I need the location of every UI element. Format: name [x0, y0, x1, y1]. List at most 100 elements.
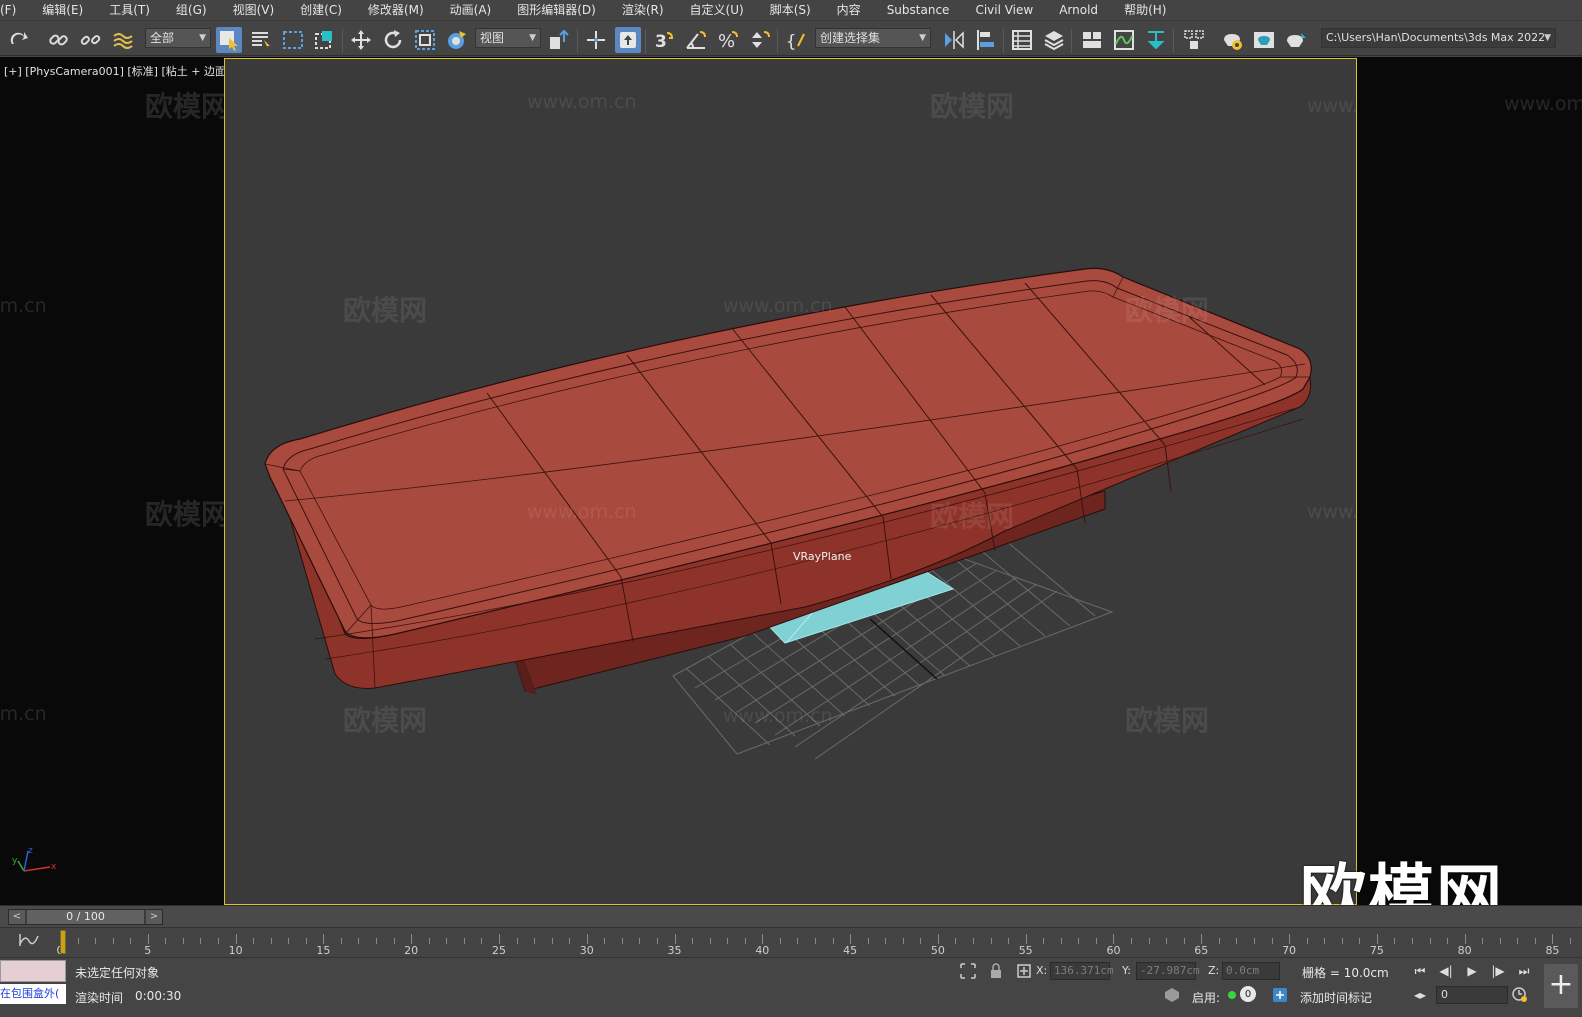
viewport-area[interactable]: [+] [PhysCamera001] [标准] [粘土 + 边面] om.cn…: [0, 57, 1582, 905]
timeline-tick: [1253, 938, 1255, 944]
toggle-ribbon-icon[interactable]: [1079, 27, 1105, 53]
y-coord-field[interactable]: -27.987cm: [1136, 962, 1200, 980]
menu-item[interactable]: (F): [0, 0, 30, 20]
enable-indicator-icon[interactable]: [1222, 986, 1242, 1004]
menu-item[interactable]: 内容: [825, 0, 875, 20]
select-and-manipulate-icon[interactable]: [583, 27, 609, 53]
keyboard-shortcut-override-icon[interactable]: [615, 27, 641, 53]
scale-icon[interactable]: [412, 27, 438, 53]
timeline-ruler[interactable]: 0510152025303540455055606570758085: [57, 928, 1571, 958]
menu-item[interactable]: 帮助(H): [1112, 0, 1180, 20]
spinner-snap-icon[interactable]: [747, 27, 773, 53]
time-slider-value[interactable]: 0 / 100: [27, 910, 144, 924]
menu-item[interactable]: Civil View: [963, 0, 1047, 20]
maxscript-output[interactable]: 在包围盒外(: [0, 984, 66, 1004]
snaps-toggle-icon[interactable]: 3: [651, 27, 677, 53]
status-bar: 在包围盒外( 未选定任何对象 渲染时间 0:00:30 X: 136.371cm…: [0, 957, 1582, 1017]
previous-frame-icon[interactable]: ◀|: [1436, 962, 1456, 980]
redo-icon[interactable]: [6, 27, 32, 53]
x-coord-field[interactable]: 136.371cm: [1050, 962, 1114, 980]
go-to-start-icon[interactable]: ⏮: [1410, 962, 1430, 980]
named-selection-value: 创建选择集: [820, 31, 881, 45]
menu-item[interactable]: 编辑(E): [30, 0, 97, 20]
time-playhead[interactable]: [60, 930, 66, 954]
timeline-tick: [973, 938, 975, 944]
time-configuration-icon[interactable]: [1510, 986, 1530, 1004]
unlink-selection-icon[interactable]: [78, 27, 104, 53]
menu-item[interactable]: 组(G): [164, 0, 221, 20]
time-tag-icon[interactable]: [1270, 986, 1290, 1004]
menu-item[interactable]: 视图(V): [221, 0, 289, 20]
timeline-tick: [393, 938, 395, 944]
timeline-tick: [621, 938, 623, 944]
z-coord-field[interactable]: 0.0cm: [1222, 962, 1280, 980]
adaptive-degradation-icon[interactable]: [1162, 986, 1182, 1004]
menu-item[interactable]: 渲染(R): [610, 0, 678, 20]
menu-item[interactable]: 脚本(S): [758, 0, 825, 20]
select-and-link-icon[interactable]: [46, 27, 72, 53]
window-crossing-icon[interactable]: [312, 27, 338, 53]
current-frame-field[interactable]: 0: [1436, 986, 1508, 1004]
timeline-tick: [815, 938, 816, 944]
timeline-tick: [1289, 934, 1291, 944]
timeline-tick: [674, 934, 676, 944]
mirror-icon[interactable]: [941, 27, 967, 53]
select-by-name-icon[interactable]: [248, 27, 274, 53]
percent-snap-icon[interactable]: %: [715, 27, 741, 53]
selection-lock-icon[interactable]: [986, 962, 1006, 980]
render-setup-icon[interactable]: [1219, 27, 1245, 53]
selection-filter-dropdown[interactable]: 全部 ▼: [145, 28, 211, 48]
menu-item[interactable]: 动画(A): [438, 0, 506, 20]
track-bar[interactable]: 0510152025303540455055606570758085: [0, 927, 1582, 957]
isolate-selection-icon[interactable]: [958, 962, 978, 980]
timeline-tick: [534, 938, 536, 944]
absolute-mode-icon[interactable]: [1014, 962, 1034, 980]
align-icon[interactable]: [973, 27, 999, 53]
rendered-frame-window-icon[interactable]: [1251, 27, 1277, 53]
menu-item[interactable]: 工具(T): [97, 0, 164, 20]
next-frame-icon[interactable]: |▶: [1488, 962, 1508, 980]
scene-explorer-icon[interactable]: [1009, 27, 1035, 53]
move-icon[interactable]: [348, 27, 374, 53]
material-editor-icon[interactable]: [1181, 27, 1207, 53]
layer-explorer-icon[interactable]: [1041, 27, 1067, 53]
maxscript-listener[interactable]: [0, 960, 66, 982]
frame-spinner-icon[interactable]: ◂▸: [1410, 986, 1430, 1004]
menu-item[interactable]: 创建(C): [288, 0, 356, 20]
go-to-end-icon[interactable]: ⏭: [1514, 962, 1534, 980]
timeline-tick: [832, 938, 834, 944]
curve-editor-icon[interactable]: [1111, 27, 1137, 53]
bind-to-space-warp-icon[interactable]: [110, 27, 136, 53]
timeline-tick-label: 60: [1106, 944, 1121, 957]
project-path-value: C:\Users\Han\Documents\3ds Max 2022: [1326, 31, 1546, 44]
next-frame-button[interactable]: >: [146, 910, 162, 924]
timeline-tick: [253, 938, 255, 944]
add-time-tag[interactable]: 添加时间标记: [1300, 989, 1372, 1006]
angle-snap-icon[interactable]: [683, 27, 709, 53]
schematic-view-icon[interactable]: [1143, 27, 1169, 53]
rectangular-selection-icon[interactable]: [280, 27, 306, 53]
render-production-icon[interactable]: [1283, 27, 1309, 53]
x-coord-label: X:: [1036, 964, 1048, 977]
select-object-icon[interactable]: [216, 27, 242, 53]
menu-item[interactable]: 自定义(U): [678, 0, 758, 20]
menu-item[interactable]: Arnold: [1047, 0, 1112, 20]
reference-coordinate-dropdown[interactable]: 视图 ▼: [475, 28, 541, 48]
edit-named-selection-icon[interactable]: {: [783, 27, 809, 53]
play-icon[interactable]: ▶: [1462, 962, 1482, 980]
rotate-icon[interactable]: [380, 27, 406, 53]
menu-item[interactable]: 图形编辑器(D): [505, 0, 610, 20]
time-slider[interactable]: < 0 / 100 >: [8, 909, 163, 925]
menu-item[interactable]: Substance: [875, 0, 964, 20]
mini-curve-editor-icon[interactable]: [18, 932, 40, 948]
camera-safe-frame[interactable]: VRayPlane www.om.cn 欧模网 欧模网 www.om.cn 欧模…: [224, 58, 1357, 905]
project-path-dropdown[interactable]: C:\Users\Han\Documents\3ds Max 2022 ▼: [1321, 28, 1556, 48]
menu-item[interactable]: 修改器(M): [356, 0, 438, 20]
pivot-center-icon[interactable]: [546, 27, 572, 53]
add-viewport-layout-button[interactable]: +: [1544, 964, 1578, 1008]
named-selection-dropdown[interactable]: 创建选择集 ▼: [815, 28, 931, 48]
placement-icon[interactable]: [444, 27, 470, 53]
prev-frame-button[interactable]: <: [9, 910, 25, 924]
timeline-tick: [498, 934, 500, 944]
viewport-label[interactable]: [+] [PhysCamera001] [标准] [粘土 + 边面]: [4, 63, 230, 79]
